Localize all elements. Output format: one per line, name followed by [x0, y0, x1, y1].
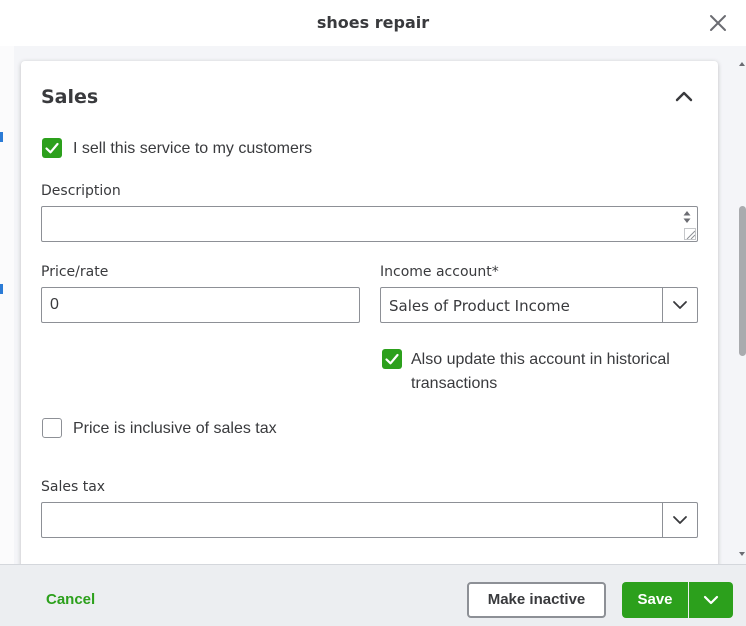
income-account-value: Sales of Product Income — [389, 297, 570, 315]
price-rate-label: Price/rate — [41, 264, 109, 280]
close-icon — [710, 15, 726, 31]
description-field-wrapper — [41, 206, 698, 242]
dialog-footer: Cancel Make inactive Save — [0, 564, 746, 626]
spinner-icon[interactable] — [682, 209, 692, 225]
save-button[interactable]: Save — [622, 582, 688, 618]
sales-tax-select[interactable] — [41, 502, 698, 538]
scroll-down-arrow-icon[interactable] — [736, 548, 746, 560]
save-options-button[interactable] — [689, 582, 733, 618]
scroll-up-arrow-icon[interactable] — [736, 58, 746, 70]
collapse-section-button[interactable] — [672, 85, 696, 109]
section-title: Sales — [41, 86, 99, 108]
sell-service-checkbox[interactable] — [42, 138, 62, 158]
sales-section-card: Sales I sell this service to my customer… — [21, 61, 718, 564]
dialog-title: shoes repair — [316, 13, 430, 32]
background-page-strip — [0, 46, 14, 564]
dialog-body: Sales I sell this service to my customer… — [0, 46, 746, 564]
price-rate-field-wrapper — [41, 287, 360, 323]
check-icon — [385, 353, 399, 365]
income-account-label: Income account* — [380, 264, 499, 280]
price-inclusive-label: Price is inclusive of sales tax — [73, 420, 277, 437]
check-icon — [45, 142, 59, 154]
cancel-button[interactable]: Cancel — [46, 591, 95, 608]
price-inclusive-checkbox[interactable] — [42, 418, 62, 438]
income-account-select[interactable]: Sales of Product Income — [380, 287, 698, 323]
chevron-down-icon — [703, 595, 719, 605]
description-field[interactable] — [42, 207, 697, 241]
background-link-mark — [0, 284, 3, 294]
description-label: Description — [41, 183, 121, 199]
vertical-scrollbar[interactable] — [734, 46, 746, 564]
chevron-down-icon — [673, 516, 687, 524]
price-rate-input[interactable] — [42, 288, 359, 322]
chevron-up-icon — [675, 91, 693, 102]
background-link-mark — [0, 132, 3, 142]
dialog-header: shoes repair — [0, 0, 746, 46]
update-historical-checkbox[interactable] — [382, 349, 402, 369]
update-historical-label-line2: transactions — [411, 375, 498, 392]
sales-tax-label: Sales tax — [41, 479, 106, 495]
sell-service-label: I sell this service to my customers — [73, 140, 313, 157]
close-button[interactable] — [706, 11, 730, 35]
chevron-down-icon — [673, 301, 687, 309]
update-historical-label-line1: Also update this account in historical — [411, 351, 670, 368]
resize-grip-icon[interactable] — [684, 228, 696, 240]
sales-tax-dropdown-button[interactable] — [663, 503, 697, 537]
make-inactive-button[interactable]: Make inactive — [467, 582, 606, 618]
scrollbar-thumb[interactable] — [739, 206, 746, 356]
income-account-dropdown-button[interactable] — [663, 288, 697, 322]
